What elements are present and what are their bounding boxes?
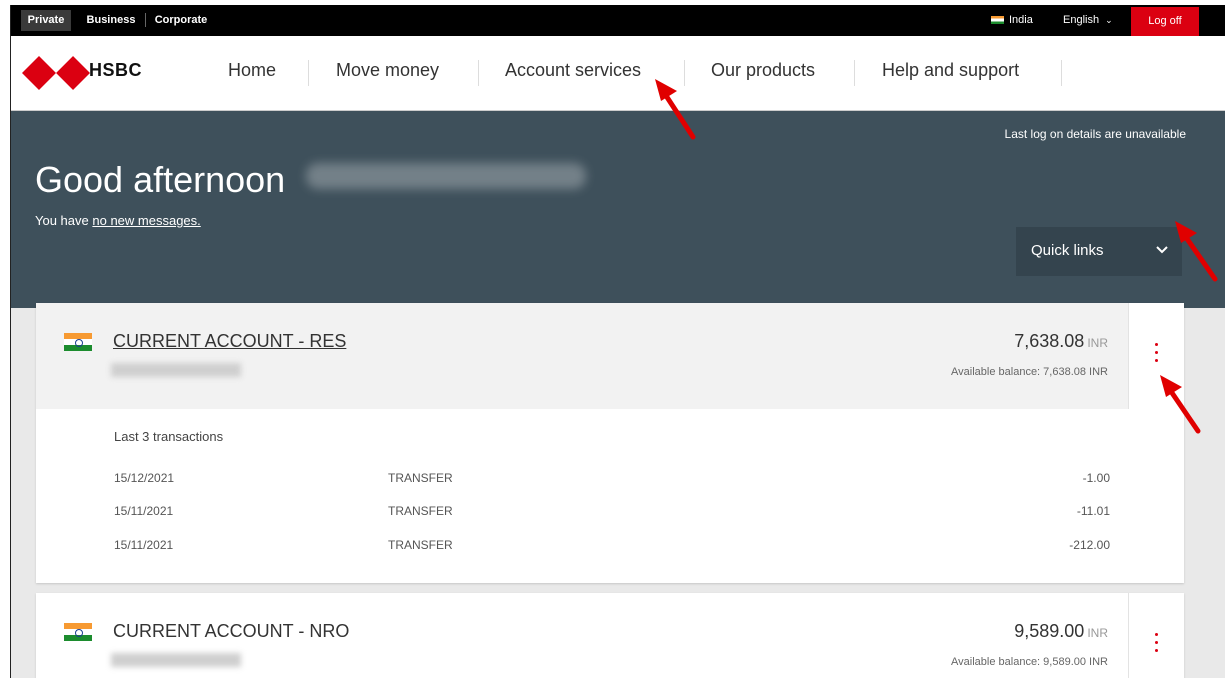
transaction-type: TRANSFER <box>388 471 453 485</box>
segment-private[interactable]: Private <box>21 10 71 31</box>
chevron-down-icon: ⌄ <box>1105 15 1113 25</box>
account-header: CURRENT ACCOUNT - NRO 9,589.00 INR Availa… <box>36 593 1128 678</box>
transaction-row[interactable]: 15/11/2021 TRANSFER -11.01 <box>36 504 1128 524</box>
brand-name: HSBC <box>89 60 143 80</box>
chevron-down-icon <box>1156 246 1168 254</box>
balance-currency: INR <box>1087 626 1108 640</box>
account-card: CURRENT ACCOUNT - RES 7,638.08 INR Availa… <box>36 303 1184 583</box>
transaction-amount: -11.01 <box>1076 504 1110 518</box>
main-navigation: HSBC Home Move money Account services Ou… <box>11 36 1225 111</box>
last-logon-text: Last log on details are unavailable <box>1004 127 1186 141</box>
segment-business[interactable]: Business <box>83 10 139 31</box>
nav-our-products[interactable]: Our products <box>711 58 815 82</box>
greeting-title: Good afternoon <box>35 159 286 200</box>
messages-prefix: You have <box>35 213 89 228</box>
language-selector[interactable]: English ⌄ <box>1063 10 1113 31</box>
customer-name-redacted <box>306 163 586 189</box>
transaction-row[interactable]: 15/12/2021 TRANSFER -1.00 <box>36 471 1128 491</box>
india-flag-icon <box>991 16 1004 25</box>
account-number-redacted <box>111 653 241 667</box>
transaction-date: 15/12/2021 <box>114 471 175 485</box>
nav-divider <box>1061 60 1062 86</box>
transaction-type: TRANSFER <box>388 504 453 518</box>
segment-bar: Private Business Corporate India English… <box>11 5 1225 36</box>
quick-links-button[interactable]: Quick links <box>1016 227 1182 276</box>
messages-link[interactable]: no new messages. <box>92 213 200 228</box>
transactions-title: Last 3 transactions <box>114 429 224 444</box>
country-selector[interactable]: India <box>991 10 1033 31</box>
nav-divider <box>478 60 479 86</box>
segment-divider <box>145 13 146 27</box>
available-balance: Available balance: 7,638.08 INR <box>951 366 1108 378</box>
messages-text: You have no new messages. <box>35 213 201 228</box>
account-balance: 9,589.00 INR <box>1014 621 1108 642</box>
nav-move-money[interactable]: Move money <box>336 58 439 82</box>
transaction-row[interactable]: 15/11/2021 TRANSFER -212.00 <box>36 538 1128 558</box>
transaction-date: 15/11/2021 <box>114 538 174 552</box>
nav-divider <box>308 60 309 86</box>
more-options-icon <box>1153 631 1161 661</box>
transaction-type: TRANSFER <box>388 538 453 552</box>
country-label: India <box>1009 14 1033 26</box>
balance-currency: INR <box>1087 336 1108 350</box>
account-card: CURRENT ACCOUNT - NRO 9,589.00 INR Availa… <box>36 593 1184 678</box>
account-number-redacted <box>111 363 241 377</box>
segment-corporate[interactable]: Corporate <box>151 10 211 31</box>
account-balance: 7,638.08 INR <box>1014 331 1108 352</box>
nav-divider <box>854 60 855 86</box>
nav-home[interactable]: Home <box>228 58 276 82</box>
account-name-link[interactable]: CURRENT ACCOUNT - NRO <box>113 621 349 642</box>
india-flag-icon <box>64 623 92 641</box>
browser-viewport: Private Business Corporate India English… <box>10 5 1225 678</box>
quick-links-label: Quick links <box>1031 242 1104 259</box>
greeting-banner: Last log on details are unavailable Good… <box>11 111 1225 308</box>
india-flag-icon <box>64 333 92 351</box>
available-balance: Available balance: 9,589.00 INR <box>951 656 1108 668</box>
transaction-amount: -1.00 <box>1082 471 1110 485</box>
account-menu-button[interactable] <box>1128 593 1184 678</box>
balance-amount: 7,638.08 <box>1014 331 1085 351</box>
nav-account-services[interactable]: Account services <box>505 58 641 82</box>
account-menu-button[interactable] <box>1128 303 1184 409</box>
language-label: English <box>1063 14 1100 26</box>
balance-amount: 9,589.00 <box>1014 621 1085 641</box>
transaction-date: 15/11/2021 <box>114 504 174 518</box>
transaction-amount: -212.00 <box>1069 538 1110 552</box>
account-name-link[interactable]: CURRENT ACCOUNT - RES <box>113 331 346 352</box>
more-options-icon <box>1153 341 1161 371</box>
nav-help-support[interactable]: Help and support <box>882 58 1019 82</box>
nav-divider <box>684 60 685 86</box>
account-header: CURRENT ACCOUNT - RES 7,638.08 INR Availa… <box>36 303 1128 409</box>
logoff-button[interactable]: Log off <box>1131 7 1199 36</box>
